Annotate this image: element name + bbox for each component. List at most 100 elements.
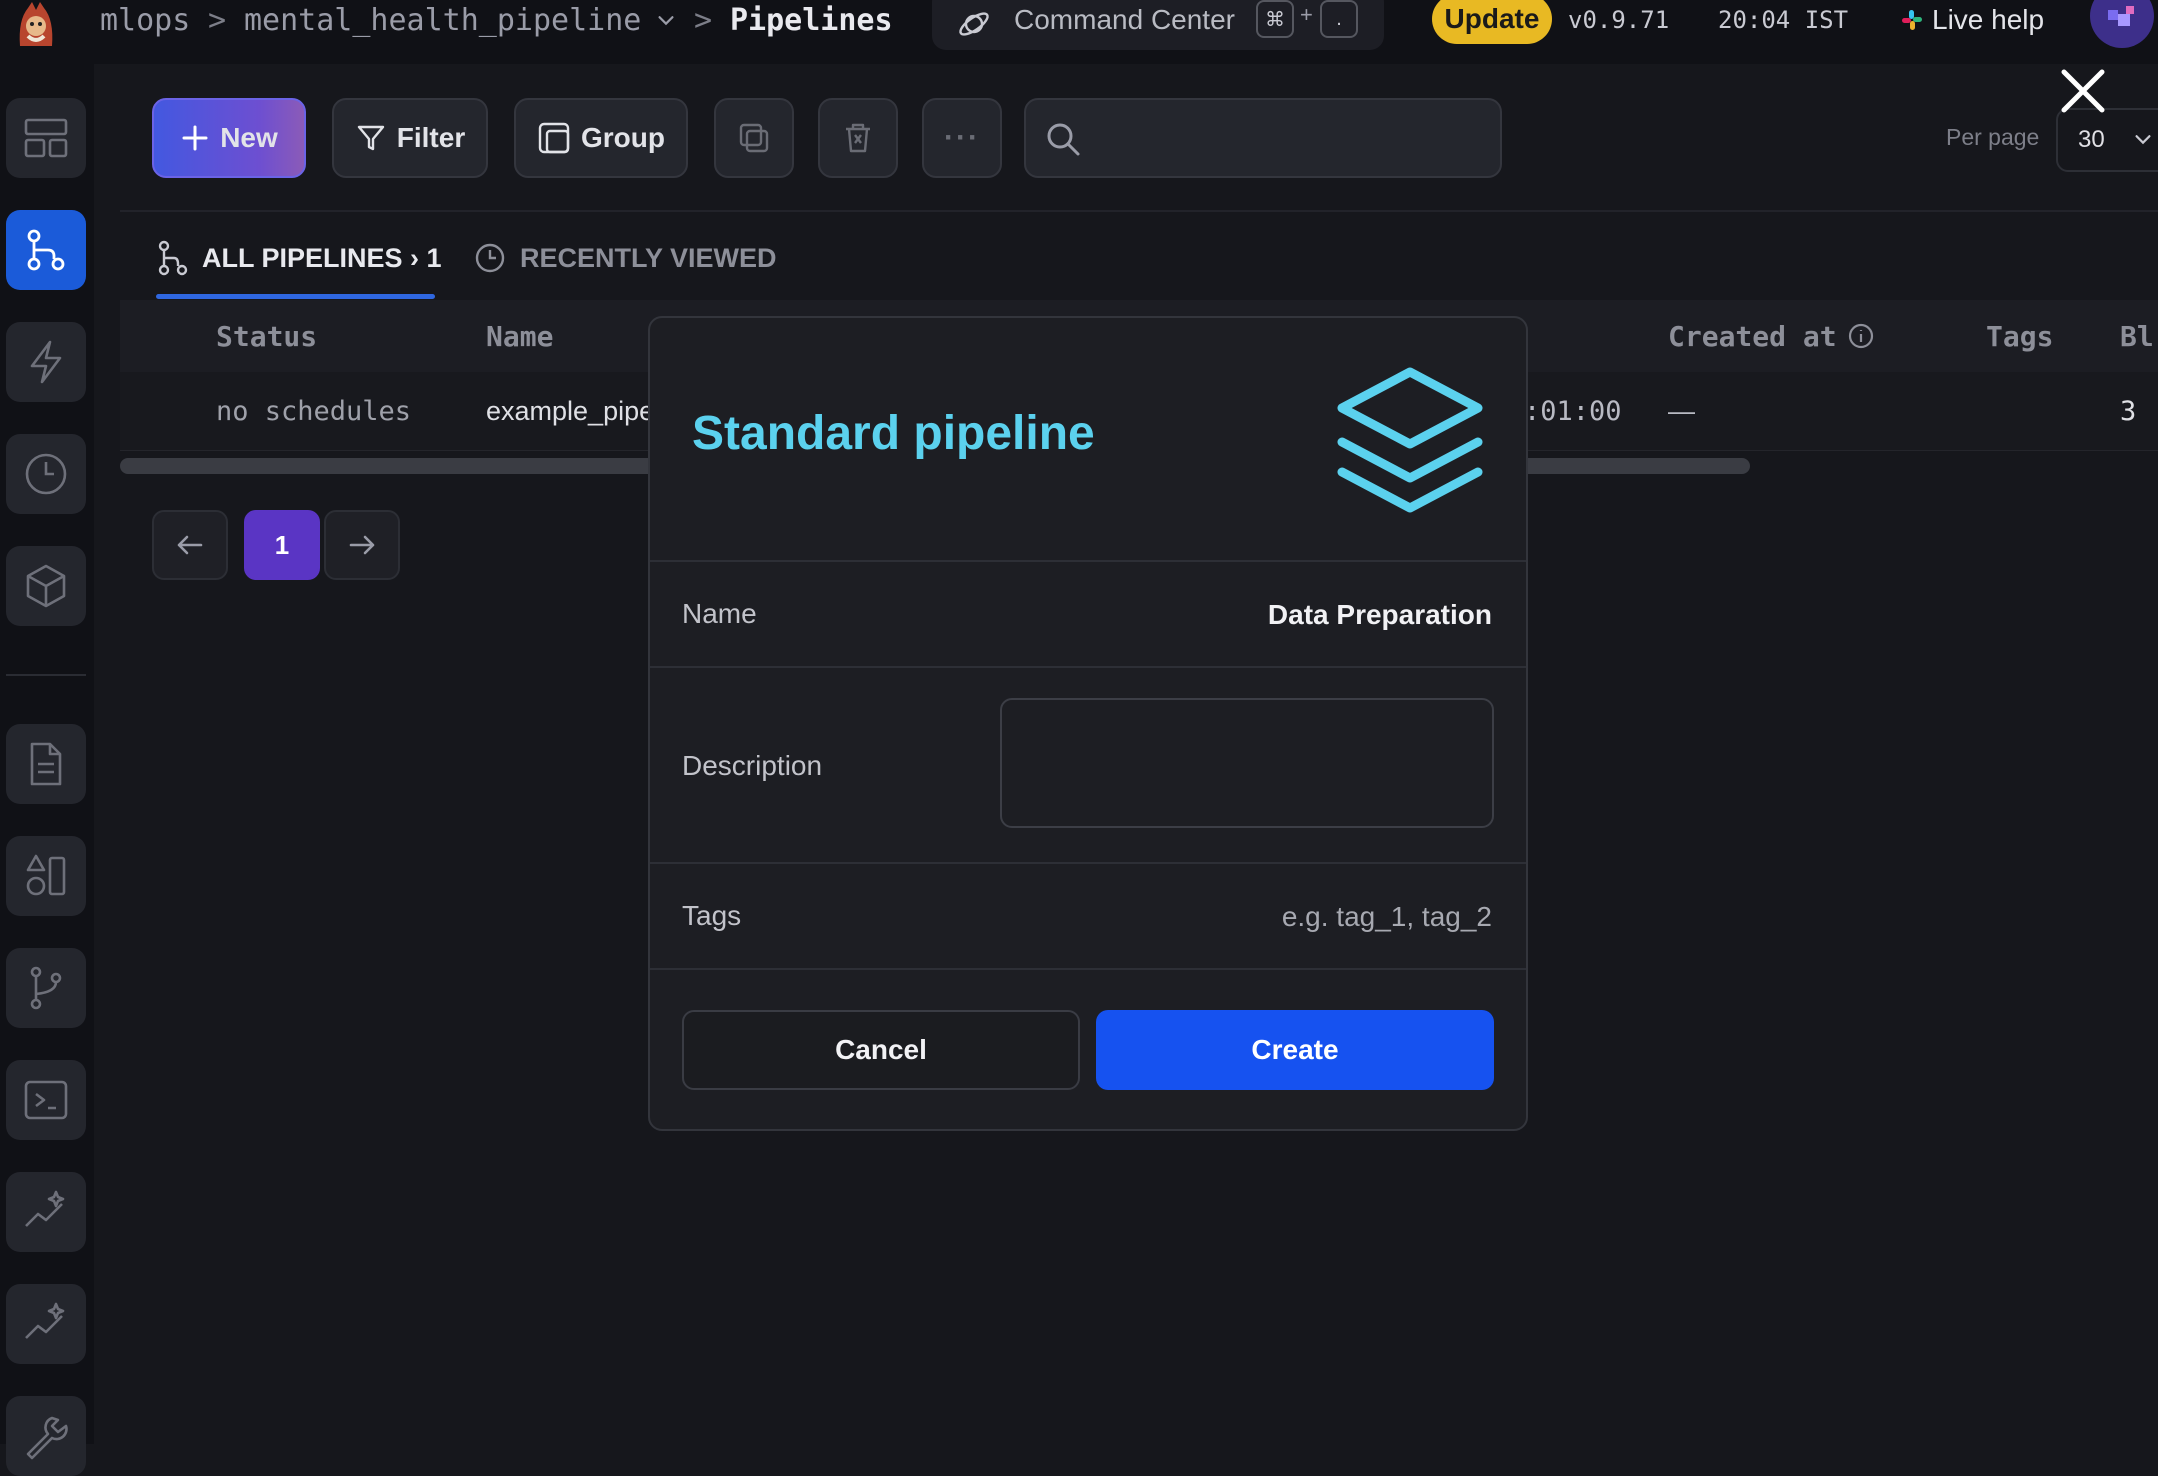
breadcrumb-project[interactable]: mlops xyxy=(100,3,190,38)
breadcrumb-current: Pipelines xyxy=(730,2,893,38)
name-input[interactable] xyxy=(970,588,1494,642)
page-number-button[interactable]: 1 xyxy=(244,510,320,580)
column-header-tags[interactable]: Tags xyxy=(1986,300,2053,372)
sidebar-item-templates[interactable] xyxy=(6,836,86,916)
column-header-created-at[interactable]: Created at xyxy=(1668,300,1875,372)
sidebar-item-monitoring[interactable] xyxy=(6,1172,86,1252)
time-label: 20:04 IST xyxy=(1718,6,1849,34)
pipeline-icon xyxy=(22,226,70,274)
search-box xyxy=(1024,98,1502,178)
command-center-button[interactable]: Command Center ⌘ + . xyxy=(932,0,1384,50)
shortcut-key-cmd: ⌘ xyxy=(1256,0,1294,38)
chevron-down-icon xyxy=(2132,128,2154,150)
document-icon xyxy=(22,740,70,788)
sidebar-item-monitoring-2[interactable] xyxy=(6,1284,86,1364)
breadcrumb-separator: > xyxy=(208,2,227,38)
slack-icon xyxy=(1900,8,1924,32)
sidebar-item-runs[interactable] xyxy=(6,434,86,514)
row-blocks: 3 xyxy=(2120,395,2137,427)
delete-button[interactable] xyxy=(818,98,898,178)
column-header-status[interactable]: Status xyxy=(216,300,317,372)
column-header-blocks[interactable]: Bl xyxy=(2120,300,2154,372)
per-page-value: 30 xyxy=(2078,126,2105,153)
breadcrumb-pipeline[interactable]: mental_health_pipeline xyxy=(244,3,641,38)
layout-icon xyxy=(22,114,70,162)
sidebar-item-settings[interactable] xyxy=(6,1396,86,1476)
search-input[interactable] xyxy=(1098,100,1492,178)
sidebar-item-dashboard[interactable] xyxy=(6,98,86,178)
per-page-label: Per page xyxy=(1946,124,2040,150)
row-updated-at: :01:00 xyxy=(1524,395,1622,427)
arrow-left-icon xyxy=(175,530,205,560)
chart-sparkle-icon xyxy=(22,1300,70,1348)
sidebar xyxy=(0,64,94,1476)
sidebar-item-files[interactable] xyxy=(6,724,86,804)
filter-label: Filter xyxy=(396,122,466,153)
git-branch-icon xyxy=(22,964,70,1012)
sidebar-item-terminal[interactable] xyxy=(6,1060,86,1140)
update-button[interactable]: Update xyxy=(1432,0,1552,44)
shapes-icon xyxy=(22,852,70,900)
info-icon[interactable] xyxy=(1847,322,1875,350)
close-modal-button[interactable] xyxy=(2056,64,2110,118)
more-button[interactable]: ··· xyxy=(922,98,1002,178)
row-created-at: — xyxy=(1668,395,1695,426)
new-pipeline-button[interactable]: New xyxy=(152,98,306,178)
name-row: Name xyxy=(650,560,1526,668)
clock-icon xyxy=(474,242,506,274)
tab-all-label: ALL PIPELINES › 1 xyxy=(202,242,442,273)
description-textarea[interactable] xyxy=(1000,698,1494,828)
wrench-icon xyxy=(22,1412,70,1460)
terminal-icon xyxy=(22,1076,70,1124)
group-icon xyxy=(537,121,571,155)
sidebar-item-triggers[interactable] xyxy=(6,322,86,402)
group-button[interactable]: Group xyxy=(514,98,688,178)
row-name[interactable]: example_pipe xyxy=(486,372,654,450)
top-bar: mlops > mental_health_pipeline > Pipelin… xyxy=(0,0,2158,64)
prev-page-button[interactable] xyxy=(152,510,228,580)
new-label: New xyxy=(220,122,278,153)
sidebar-item-block-runs[interactable] xyxy=(6,546,86,626)
chart-sparkle-icon xyxy=(22,1188,70,1236)
live-help-link[interactable]: Live help xyxy=(1900,0,2044,40)
close-icon xyxy=(2056,64,2110,118)
tab-all-pipelines[interactable]: ALL PIPELINES › 1 xyxy=(156,238,442,278)
tags-input[interactable] xyxy=(970,890,1494,944)
app-logo[interactable] xyxy=(10,0,62,46)
tags-label: Tags xyxy=(682,900,742,931)
command-center-label: Command Center xyxy=(1014,4,1235,35)
tab-recently-viewed[interactable]: RECENTLY VIEWED xyxy=(474,238,777,278)
next-page-button[interactable] xyxy=(324,510,400,580)
cube-icon xyxy=(22,562,70,610)
name-label: Name xyxy=(682,598,757,629)
column-header-name[interactable]: Name xyxy=(486,300,553,372)
trash-icon xyxy=(841,121,875,155)
version-label: v0.9.71 xyxy=(1568,6,1670,34)
tags-row: Tags xyxy=(650,864,1526,970)
modal-header: Standard pipeline xyxy=(650,318,1526,562)
toolbar-divider xyxy=(120,210,2158,212)
chevron-down-icon[interactable] xyxy=(655,9,677,31)
create-button[interactable]: Create xyxy=(1096,1010,1494,1090)
filter-icon xyxy=(355,122,387,154)
copy-icon xyxy=(737,121,771,155)
avatar[interactable] xyxy=(2090,0,2154,48)
breadcrumb-separator: > xyxy=(694,2,713,38)
planet-icon xyxy=(956,6,992,42)
copy-button[interactable] xyxy=(714,98,794,178)
modal-title: Standard pipeline xyxy=(692,407,1095,460)
search-icon xyxy=(1044,120,1082,158)
arrow-right-icon xyxy=(347,530,377,560)
created-at-label: Created at xyxy=(1668,319,1837,353)
sidebar-item-version-control[interactable] xyxy=(6,948,86,1028)
clock-icon xyxy=(22,450,70,498)
filter-button[interactable]: Filter xyxy=(332,98,488,178)
description-label: Description xyxy=(682,750,823,781)
cancel-button[interactable]: Cancel xyxy=(682,1010,1080,1090)
sidebar-item-pipelines[interactable] xyxy=(6,210,86,290)
row-status: no schedules xyxy=(216,395,412,427)
sidebar-divider xyxy=(6,674,86,676)
lightning-icon xyxy=(22,338,70,386)
tab-recent-label: RECENTLY VIEWED xyxy=(520,242,777,273)
tab-active-indicator xyxy=(156,294,435,299)
